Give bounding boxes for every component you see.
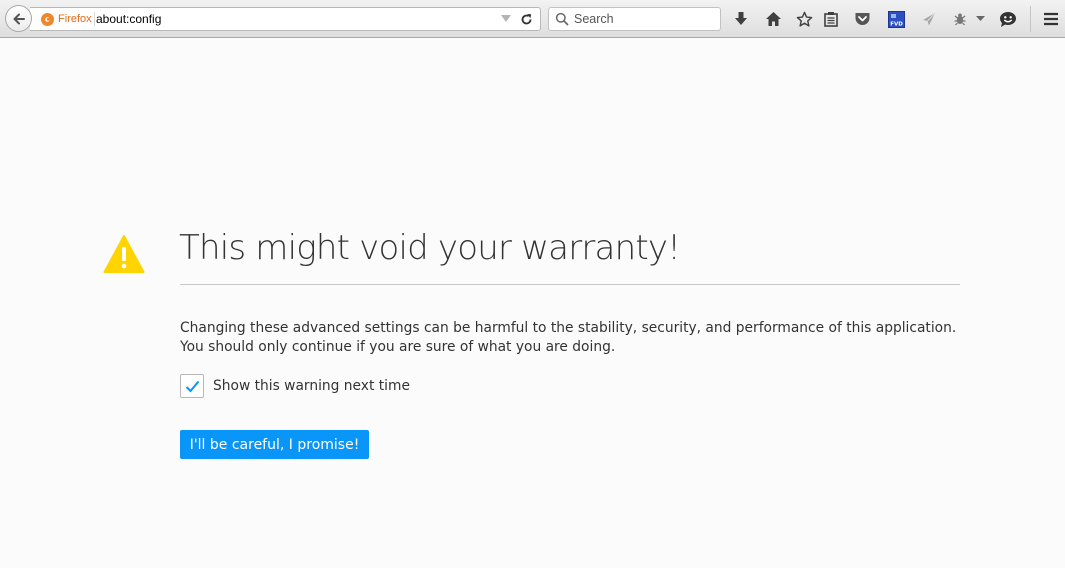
reload-icon[interactable]: [519, 12, 533, 26]
firefox-identity-icon[interactable]: [41, 13, 54, 26]
hamburger-menu-icon[interactable]: [1042, 10, 1060, 28]
search-input[interactable]: [574, 10, 714, 28]
checkbox-label[interactable]: Show this warning next time: [213, 377, 410, 395]
navigation-toolbar: Firefox about:config Search FVD: [0, 0, 1065, 38]
fvd-label: FVD: [890, 21, 903, 27]
search-icon: [555, 12, 569, 26]
page-title: This might void your warranty!: [179, 228, 681, 268]
chevron-down-icon[interactable]: [974, 10, 986, 28]
bookmark-star-icon[interactable]: [795, 10, 813, 28]
description-line-2: You should only continue if you are sure…: [180, 339, 616, 355]
back-button[interactable]: [5, 5, 32, 32]
identity-label[interactable]: Firefox: [58, 12, 95, 26]
bookmarks-menu-icon[interactable]: [822, 10, 840, 28]
warning-triangle-icon: [103, 235, 145, 273]
accept-risk-button[interactable]: I'll be careful, I promise!: [180, 430, 369, 459]
history-dropdown-icon[interactable]: [501, 15, 511, 22]
url-text[interactable]: about:config: [96, 12, 161, 26]
title-divider: [180, 284, 960, 285]
send-arrow-icon[interactable]: [920, 10, 938, 28]
pocket-icon[interactable]: [853, 10, 871, 28]
show-warning-checkbox[interactable]: [180, 374, 204, 398]
chat-icon[interactable]: [999, 10, 1017, 28]
back-icon: [13, 13, 25, 24]
url-bar[interactable]: Firefox about:config: [30, 7, 541, 31]
toolbar-separator: [1030, 6, 1031, 32]
warning-description: Changing these advanced settings can be …: [180, 319, 980, 357]
checkmark-icon: [185, 380, 199, 392]
home-icon[interactable]: [764, 10, 782, 28]
fvd-extension-icon[interactable]: FVD: [887, 10, 905, 28]
downloads-icon[interactable]: [732, 10, 750, 28]
description-line-1: Changing these advanced settings can be …: [180, 320, 957, 336]
extension-bug-icon[interactable]: [951, 10, 969, 28]
search-bar[interactable]: [548, 7, 721, 31]
